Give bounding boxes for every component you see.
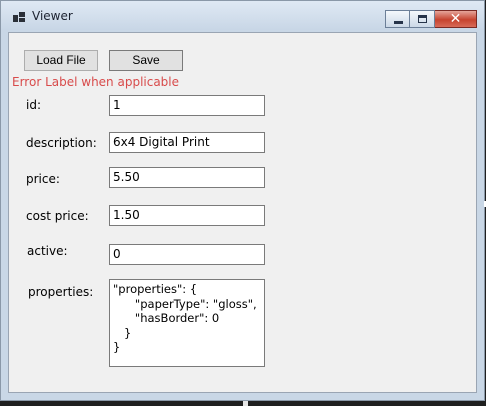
cost-price-label: cost price: <box>26 209 89 223</box>
close-icon: ✕ <box>449 11 462 27</box>
load-file-button[interactable]: Load File <box>24 50 98 71</box>
active-field[interactable]: 0 <box>109 244 265 265</box>
save-button[interactable]: Save <box>109 50 183 71</box>
id-label: id: <box>26 98 41 112</box>
close-button[interactable]: ✕ <box>435 10 477 28</box>
caption-buttons: ✕ <box>385 10 477 28</box>
window-title: Viewer <box>32 9 73 23</box>
description-label: description: <box>26 136 97 150</box>
properties-textarea[interactable]: "properties": { "paperType": "gloss", "h… <box>109 279 265 367</box>
app-window-icon <box>13 12 25 22</box>
minimize-button[interactable] <box>385 10 410 28</box>
error-label: Error Label when applicable <box>12 75 180 89</box>
description-field[interactable]: 6x4 Digital Print <box>109 132 265 153</box>
cost-price-field[interactable]: 1.50 <box>109 205 265 226</box>
active-label: active: <box>27 244 68 258</box>
form-client-area: Load File Save Error Label when applicab… <box>8 32 477 393</box>
minimize-icon <box>394 21 403 24</box>
price-label: price: <box>26 172 60 186</box>
title-bar[interactable]: Viewer ✕ <box>1 1 484 30</box>
viewer-window: Viewer ✕ Load File Save Error Label when… <box>0 0 485 401</box>
id-field[interactable]: 1 <box>109 95 265 116</box>
resize-grip[interactable] <box>243 401 248 406</box>
maximize-icon <box>418 15 427 23</box>
maximize-button[interactable] <box>410 10 435 28</box>
properties-label: properties: <box>28 285 94 299</box>
price-field[interactable]: 5.50 <box>109 167 265 188</box>
